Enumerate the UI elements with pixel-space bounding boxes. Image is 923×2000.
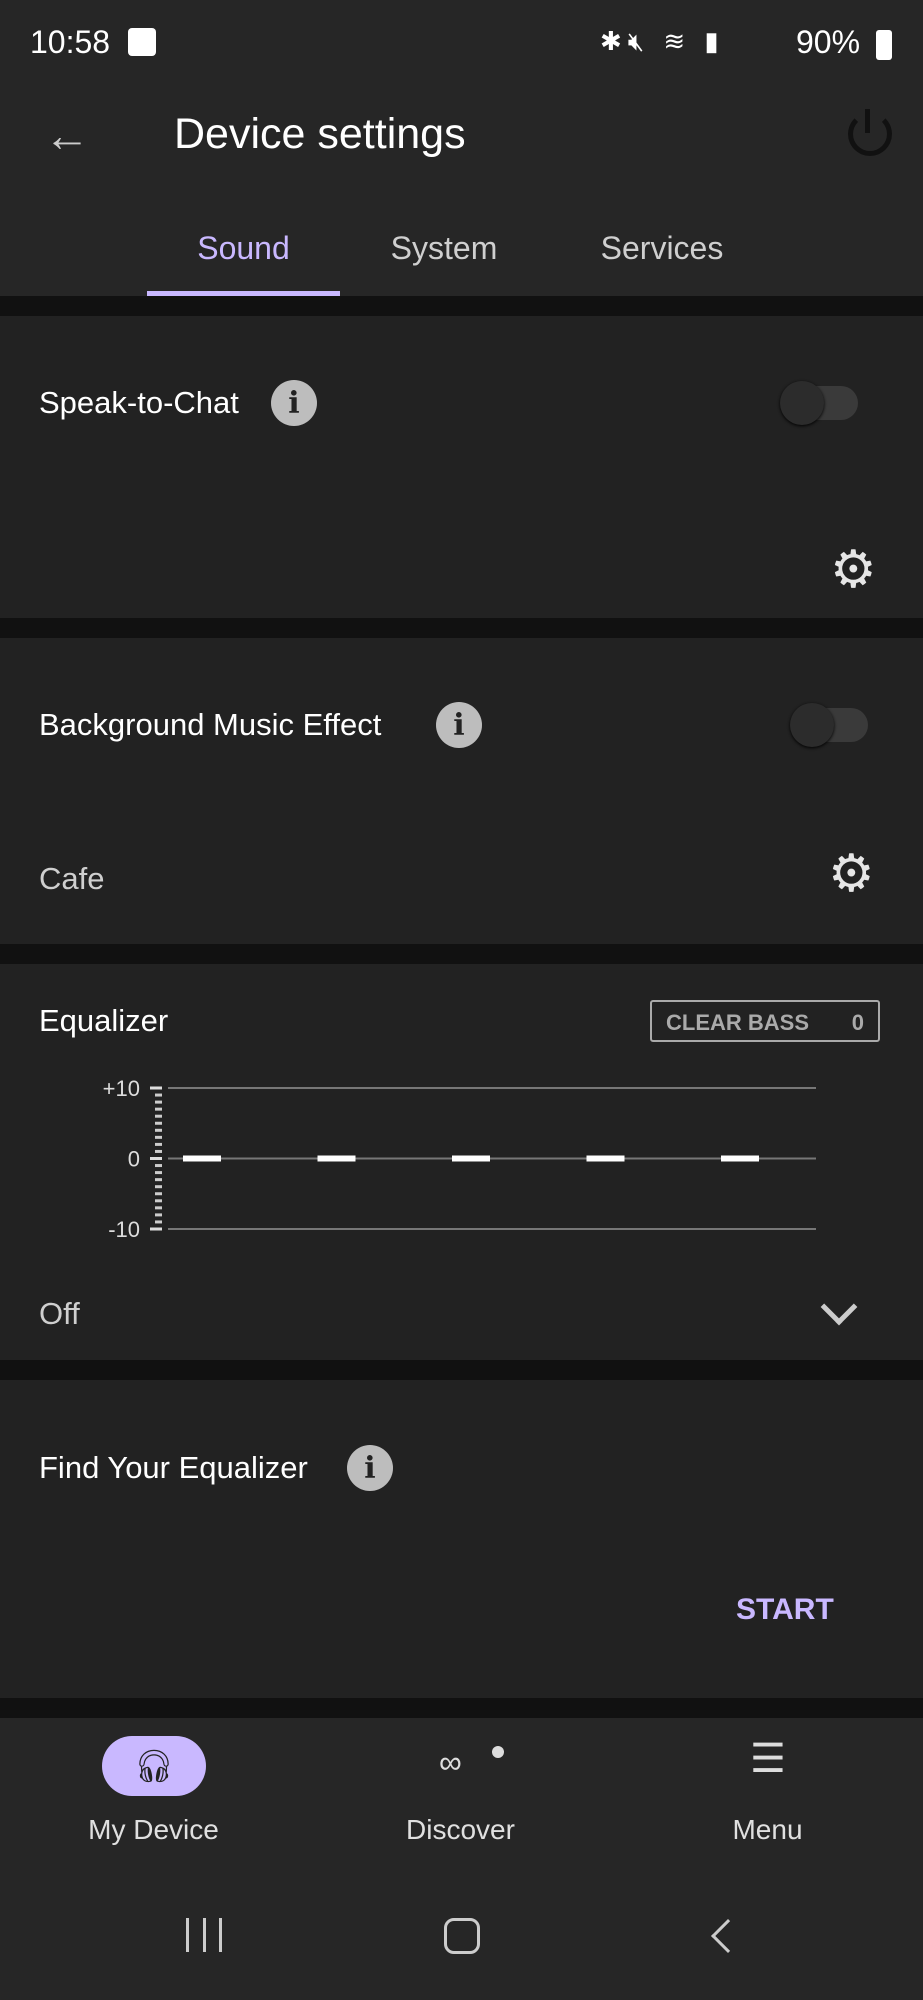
eq-band-3 — [452, 1155, 490, 1162]
nav-label: Menu — [732, 1814, 803, 1845]
info-icon[interactable]: i — [271, 380, 317, 426]
back-arrow-icon[interactable]: ← — [44, 108, 90, 162]
y-tick-label: +10 — [103, 1076, 140, 1101]
find-equalizer-label: Find Your Equalizer — [39, 1450, 308, 1485]
background-music-card: Background Music Effect i Cafe ⚙ — [0, 638, 923, 944]
nav-menu[interactable]: ☰ Menu — [614, 1718, 921, 1888]
equalizer-chart[interactable]: +10 0 -10 — [0, 1064, 923, 1244]
background-music-label: Background Music Effect — [39, 707, 382, 742]
eq-band-4 — [586, 1155, 625, 1162]
tab-services[interactable]: Services — [578, 200, 746, 296]
speak-to-chat-card: Speak-to-Chat i ⚙ — [0, 316, 923, 618]
background-music-toggle[interactable] — [790, 703, 868, 747]
battery-percent: 90% — [796, 24, 861, 60]
equalizer-label: Equalizer — [39, 1003, 169, 1038]
nav-label: Discover — [406, 1814, 515, 1845]
speak-to-chat-label: Speak-to-Chat — [39, 385, 239, 420]
equalizer-preset: Off — [39, 1296, 80, 1331]
nav-label: My Device — [88, 1814, 219, 1845]
status-bar: 10:58 ✱🔇︎ ≋ ▮ 90% — [0, 0, 923, 90]
gear-icon[interactable]: ⚙ — [830, 544, 877, 596]
clear-bass-value: 0 — [851, 1010, 864, 1035]
find-equalizer-card: Find Your Equalizer i START — [0, 1380, 923, 1698]
system-back-button[interactable] — [711, 1919, 745, 1953]
app-bar: ← Device settings — [0, 90, 923, 200]
status-time: 10:58 — [30, 24, 111, 60]
background-music-value: Cafe — [39, 861, 105, 896]
battery-icon — [876, 30, 892, 60]
clear-bass-button[interactable]: CLEAR BASS 0 — [650, 1000, 880, 1042]
notification-dot — [492, 1746, 504, 1758]
page-title: Device settings — [174, 110, 466, 158]
eq-band-2 — [317, 1155, 356, 1162]
menu-icon: ☰ — [750, 1737, 786, 1781]
y-tick-label: 0 — [128, 1147, 140, 1172]
start-button[interactable]: START — [736, 1593, 834, 1627]
info-icon[interactable]: i — [436, 702, 482, 748]
tab-bar: Sound System Services — [0, 200, 923, 296]
bottom-nav: 🎧︎ My Device ∞ Discover ☰ Menu — [0, 1718, 923, 2000]
eq-band-5 — [721, 1155, 759, 1162]
binoculars-icon: ∞ — [439, 1744, 462, 1780]
y-tick-label: -10 — [108, 1217, 140, 1242]
power-icon[interactable] — [848, 109, 892, 156]
recent-apps-button[interactable] — [186, 1918, 222, 1952]
nav-my-device[interactable]: 🎧︎ My Device — [0, 1718, 307, 1888]
gear-icon[interactable]: ⚙ — [828, 848, 875, 900]
speak-to-chat-toggle[interactable] — [780, 381, 858, 425]
tab-system[interactable]: System — [370, 200, 518, 296]
equalizer-card: Equalizer CLEAR BASS 0 +10 0 -10 Off — [0, 964, 923, 1360]
home-button[interactable] — [444, 1918, 480, 1954]
status-icons: ✱🔇︎ ≋ ▮ — [600, 26, 725, 56]
eq-band-1 — [183, 1155, 221, 1162]
chevron-down-icon[interactable] — [820, 1288, 858, 1326]
tab-sound[interactable]: Sound — [147, 200, 340, 296]
headphones-speaker-icon: 🎧︎ — [102, 1736, 206, 1796]
gallery-icon — [128, 28, 156, 56]
nav-discover[interactable]: ∞ Discover — [307, 1718, 614, 1888]
clear-bass-label: CLEAR BASS — [666, 1010, 810, 1035]
info-icon[interactable]: i — [347, 1445, 393, 1491]
